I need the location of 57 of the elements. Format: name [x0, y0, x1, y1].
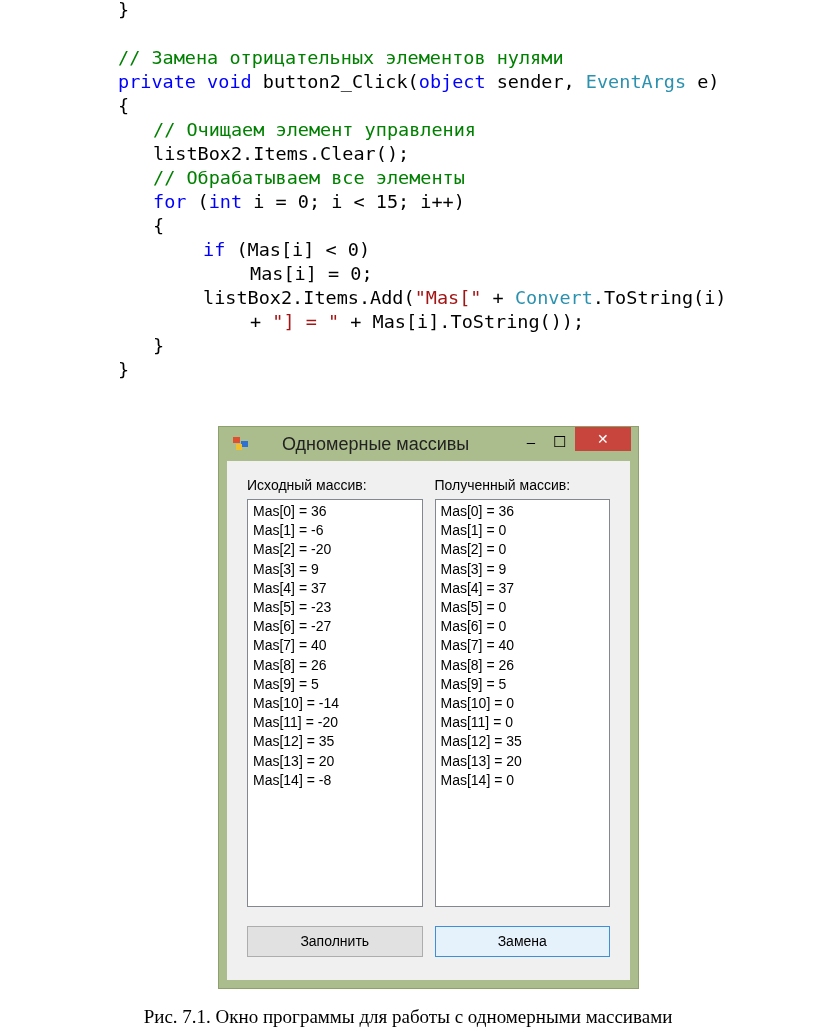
- minimize-button[interactable]: –: [517, 431, 545, 451]
- code-line: listBox2.Items.Add("Mas[" + Convert.ToString(i): [203, 287, 727, 308]
- list-item[interactable]: Mas[13] = 20: [253, 751, 417, 771]
- list-item[interactable]: Mas[8] = 26: [253, 655, 417, 675]
- list-item[interactable]: Mas[14] = 0: [440, 770, 604, 791]
- list-label: Исходный массив:: [247, 476, 368, 495]
- list-item[interactable]: Mas[9] = 5: [253, 674, 417, 695]
- list-item[interactable]: Mas[6] = -27: [253, 617, 417, 637]
- list-item[interactable]: Mas[6] = 0: [440, 617, 604, 637]
- code-line: }: [118, 0, 130, 20]
- code-line: listBox2.Items.Clear();: [153, 143, 410, 164]
- maximize-button[interactable]: ☐: [545, 431, 573, 451]
- code-line: for (int i = 0; i < 15; i++): [153, 191, 465, 212]
- list-item[interactable]: Mas[0] = 36: [440, 502, 604, 522]
- list-label: Полученный массив:: [434, 476, 572, 495]
- list-item[interactable]: Mas[13] = 20: [440, 751, 604, 771]
- list-item[interactable]: Mas[3] = 9: [440, 559, 604, 579]
- app-icon: [233, 437, 249, 451]
- list-item[interactable]: Mas[9] = 5: [440, 674, 604, 695]
- list-item[interactable]: Mas[10] = 0: [440, 694, 604, 714]
- list-item[interactable]: Mas[4] = 37: [440, 578, 604, 598]
- code-line: + "] = " + Mas[i].ToString());: [250, 311, 585, 332]
- code-line: {: [118, 95, 130, 116]
- list-item[interactable]: Mas[11] = 0: [440, 713, 604, 733]
- code-line: }: [153, 335, 165, 356]
- window-title: Одномерные массивы: [282, 432, 470, 456]
- code-line: // Очищаем элемент управления: [153, 119, 476, 140]
- list-item[interactable]: Mas[14] = -8: [253, 770, 417, 791]
- code-line: // Замена отрицательных элементов нулями: [118, 47, 564, 68]
- code-line: if (Mas[i] < 0): [203, 239, 371, 260]
- action-button[interactable]: Заполнить: [247, 926, 423, 957]
- list-item[interactable]: Mas[11] = -20: [253, 713, 417, 733]
- list-item[interactable]: Mas[3] = 9: [253, 559, 417, 579]
- list-item[interactable]: Mas[4] = 37: [253, 578, 417, 598]
- list-item[interactable]: Mas[7] = 40: [253, 636, 417, 656]
- list-item[interactable]: Mas[1] = 0: [440, 521, 604, 541]
- list-item[interactable]: Mas[0] = 36: [253, 502, 417, 522]
- list-item[interactable]: Mas[8] = 26: [440, 655, 604, 675]
- list-item[interactable]: Mas[7] = 40: [440, 636, 604, 656]
- code-line: }: [118, 359, 130, 380]
- list-item[interactable]: Mas[1] = -6: [253, 521, 417, 541]
- code-line: // Обрабатываем все элементы: [153, 167, 465, 188]
- list-item[interactable]: Mas[2] = 0: [440, 540, 604, 560]
- code-line: Mas[i] = 0;: [250, 263, 373, 284]
- action-button[interactable]: Замена: [434, 926, 610, 957]
- list-item[interactable]: Mas[10] = -14: [253, 694, 417, 714]
- close-button[interactable]: ✕: [575, 427, 631, 451]
- figure-caption: Рис. 7.1. Окно программы для работы с одномерными массивами: [143, 1006, 673, 1027]
- list-item[interactable]: Mas[5] = -23: [253, 598, 417, 618]
- code-line: private void button2_Click(object sender, EventArgs e): [118, 71, 720, 92]
- list-item[interactable]: Mas[5] = 0: [440, 598, 604, 618]
- list-box[interactable]: Mas[0] = 36 Mas[1] = -6 Mas[2] = -20 Mas[3] = 9 Mas[4] = 37 Mas[5] = -23 Mas[6] = -27 Mas[7] = 40 Mas[8] = 26 Mas[9] = 5 Mas[10] = -14 Mas[11] = -20 Mas[12] = 35 Mas[13] = 20 Mas[14] = -8: [247, 499, 423, 907]
- list-box[interactable]: Mas[0] = 36 Mas[1] = 0 Mas[2] = 0 Mas[3] = 9 Mas[4] = 37 Mas[5] = 0 Mas[6] = 0 Mas[7] = 40 Mas[8] = 26 Mas[9] = 5 Mas[10] = 0 Mas[11] = 0 Mas[12] = 35 Mas[13] = 20 Mas[14] = 0: [434, 499, 610, 907]
- list-item[interactable]: Mas[12] = 35: [440, 732, 604, 752]
- list-item[interactable]: Mas[12] = 35: [253, 732, 417, 752]
- list-item[interactable]: Mas[2] = -20: [253, 540, 417, 560]
- code-line: {: [153, 215, 165, 236]
